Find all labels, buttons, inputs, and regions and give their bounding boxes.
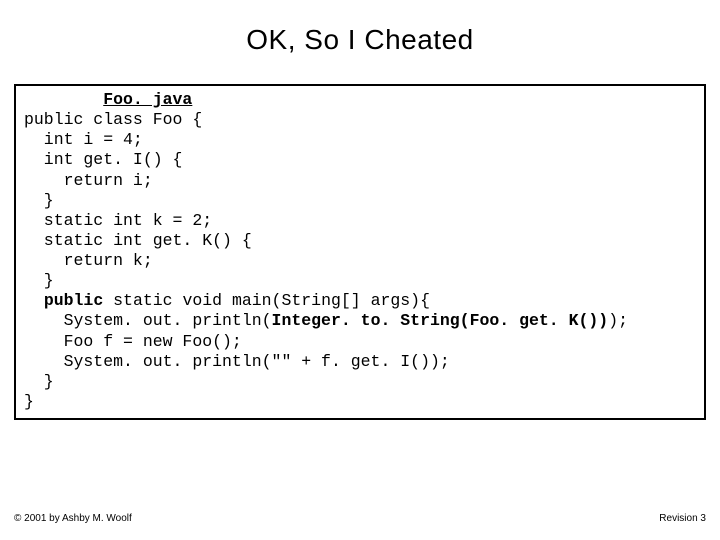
- code-filename: Foo. java: [103, 90, 192, 109]
- code-line: public static void main(String[] args){: [24, 291, 430, 310]
- code-line: public class Foo {: [24, 110, 202, 129]
- code-line: static int k = 2;: [24, 211, 212, 230]
- slide-title: OK, So I Cheated: [0, 0, 720, 56]
- code-line: Foo f = new Foo();: [24, 332, 242, 351]
- code-line: static int get. K() {: [24, 231, 252, 250]
- code-line: int get. I() {: [24, 150, 182, 169]
- code-line: return k;: [24, 251, 153, 270]
- code-line: System. out. println(Integer. to. String…: [24, 311, 628, 330]
- code-line: }: [24, 392, 34, 411]
- code-line: }: [24, 191, 54, 210]
- footer-copyright: © 2001 by Ashby M. Woolf: [14, 513, 132, 524]
- code-listing: Foo. java public class Foo { int i = 4; …: [14, 84, 706, 420]
- code-line: System. out. println("" + f. get. I());: [24, 352, 450, 371]
- slide: OK, So I Cheated Foo. java public class …: [0, 0, 720, 540]
- code-line: }: [24, 372, 54, 391]
- footer-revision: Revision 3: [659, 513, 706, 524]
- code-line: }: [24, 271, 54, 290]
- code-line: int i = 4;: [24, 130, 143, 149]
- code-line: return i;: [24, 171, 153, 190]
